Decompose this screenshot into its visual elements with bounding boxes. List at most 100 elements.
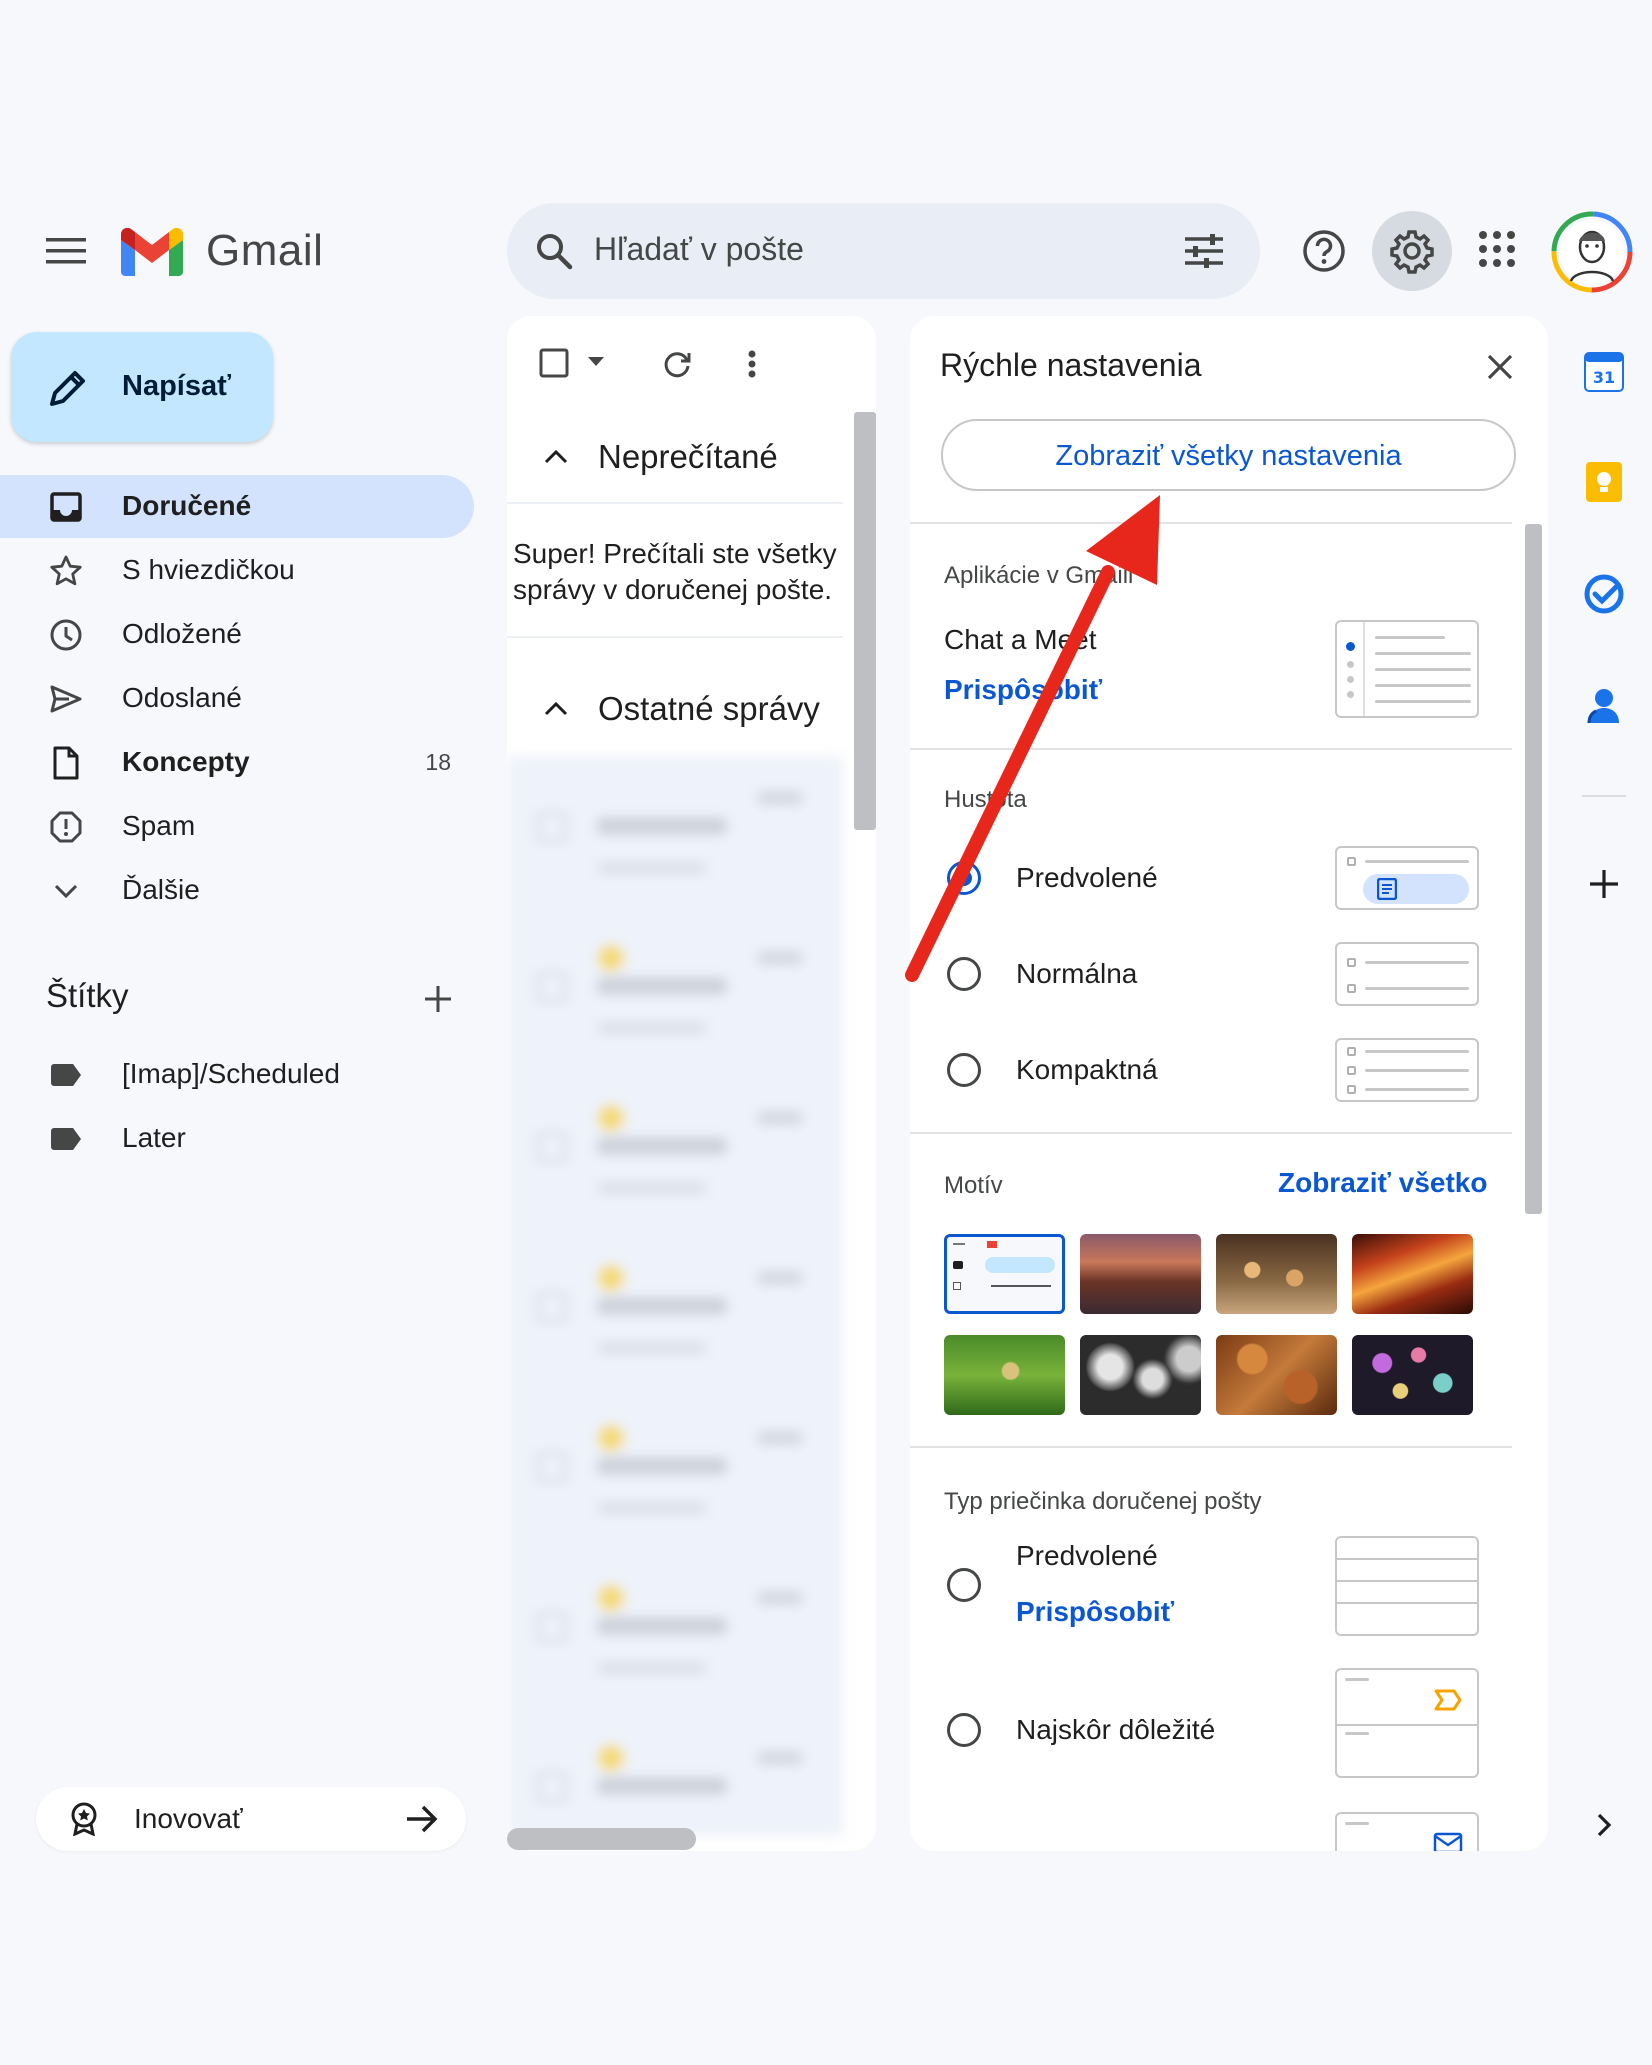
list-item[interactable] — [507, 936, 843, 1096]
badge-icon — [66, 1801, 102, 1837]
theme-default[interactable] — [944, 1234, 1065, 1314]
theme-autumn-leaves[interactable] — [1216, 1335, 1337, 1415]
inbox-type-default-label: Predvolené — [1016, 1540, 1158, 1571]
density-default-label: Predvolené — [1016, 862, 1158, 893]
density-default-radio[interactable] — [947, 861, 981, 895]
density-normal-label: Normálna — [1016, 958, 1138, 989]
density-normal-thumbnail — [1335, 942, 1479, 1006]
unread-section-header[interactable]: Neprečítané — [507, 412, 843, 504]
mail-icon — [1433, 1832, 1463, 1851]
nav-item-label: Doručené — [122, 490, 252, 521]
account-avatar[interactable] — [1551, 211, 1633, 293]
inbox-type-default-radio[interactable] — [947, 1568, 981, 1602]
help-button[interactable] — [1284, 211, 1364, 291]
nav-item-drafts[interactable]: Koncepty 18 — [0, 731, 474, 794]
nav-item-spam[interactable]: Spam — [0, 795, 474, 858]
gear-icon — [1390, 230, 1434, 274]
star-icon — [48, 553, 84, 589]
customize-inbox-link[interactable]: Prispôsobiť — [1016, 1596, 1174, 1628]
view-all-themes-link[interactable]: Zobraziť všetko — [1278, 1167, 1487, 1199]
close-icon[interactable] — [1482, 349, 1518, 385]
spam-icon — [48, 809, 84, 845]
list-item[interactable] — [507, 776, 843, 936]
upgrade-button[interactable]: Inovovať — [36, 1787, 466, 1851]
search-bar[interactable]: Hľadať v pošte — [507, 203, 1260, 299]
density-normal-radio[interactable] — [947, 957, 981, 991]
labels-title: Štítky — [46, 977, 129, 1014]
inbox-type-important-radio[interactable] — [947, 1713, 981, 1747]
section-divider — [507, 636, 843, 638]
contacts-icon[interactable] — [1582, 684, 1626, 728]
svg-text:31: 31 — [1593, 368, 1615, 387]
list-item[interactable] — [507, 1416, 843, 1576]
divider — [910, 1446, 1512, 1448]
inbox-type-important-thumbnail — [1335, 1668, 1479, 1778]
other-section-header[interactable]: Ostatné správy — [507, 664, 843, 756]
compose-label: Napísať — [122, 370, 231, 402]
inbox-type-important-label: Najskôr dôležité — [1016, 1714, 1216, 1745]
theme-leaf[interactable] — [944, 1335, 1065, 1415]
nav-item-label: Ďalšie — [122, 874, 200, 905]
refresh-icon[interactable] — [659, 346, 695, 382]
select-all-checkbox[interactable] — [537, 346, 571, 380]
upgrade-label: Inovovať — [134, 1803, 243, 1834]
settings-button[interactable] — [1372, 211, 1452, 291]
clock-icon — [48, 617, 84, 653]
add-addon-icon[interactable] — [1582, 862, 1626, 906]
label-item-later[interactable]: Later — [0, 1107, 474, 1170]
list-item[interactable] — [507, 1576, 843, 1736]
nav-item-starred[interactable]: S hviezdičkou — [0, 539, 474, 602]
gmail-logo[interactable]: Gmail — [121, 222, 331, 282]
theme-chess[interactable] — [1216, 1234, 1337, 1314]
nav-item-inbox[interactable]: Doručené — [0, 475, 474, 538]
more-vert-icon[interactable] — [742, 346, 762, 382]
nav-item-label: Koncepty — [122, 746, 250, 777]
label-item-imap-scheduled[interactable]: [Imap]/Scheduled — [0, 1043, 474, 1106]
expand-side-panel-icon[interactable] — [1582, 1803, 1626, 1847]
blurred-message-list — [507, 756, 843, 1836]
chevron-up-icon — [543, 698, 569, 718]
nav-item-more[interactable]: Ďalšie — [0, 859, 474, 922]
nav-item-label: Odoslané — [122, 682, 242, 713]
send-icon — [48, 681, 84, 717]
divider — [910, 748, 1512, 750]
mail-list-scrollbar[interactable] — [854, 412, 876, 830]
apps-button[interactable] — [1474, 226, 1520, 272]
inbox-icon — [48, 489, 84, 525]
search-options-icon[interactable] — [1182, 229, 1226, 273]
search-icon[interactable] — [532, 229, 576, 273]
search-input[interactable]: Hľadať v pošte — [594, 231, 804, 268]
nav-item-snoozed[interactable]: Odložené — [0, 603, 474, 666]
main-menu-button[interactable] — [38, 226, 94, 276]
compose-button[interactable]: Napísať — [11, 332, 273, 442]
tasks-icon[interactable] — [1582, 572, 1626, 616]
keep-icon[interactable] — [1582, 460, 1626, 504]
unread-section-title: Neprečítané — [598, 438, 778, 475]
see-all-settings-button[interactable]: Zobraziť všetky nastavenia — [941, 419, 1516, 491]
label-icon — [48, 1121, 84, 1157]
quick-settings-scrollbar[interactable] — [1525, 524, 1542, 1214]
customize-apps-link[interactable]: Prispôsobiť — [944, 674, 1102, 706]
theme-tubes[interactable] — [1080, 1335, 1201, 1415]
density-compact-thumbnail — [1335, 1038, 1479, 1102]
theme-canyon[interactable] — [1080, 1234, 1201, 1314]
density-compact-radio[interactable] — [947, 1053, 981, 1087]
quick-settings-content: Aplikácie v Gmaili Chat a Meet Prispôsob… — [910, 522, 1512, 1851]
quick-settings-title: Rýchle nastavenia — [940, 347, 1202, 383]
mail-list-horizontal-scrollbar[interactable] — [507, 1828, 696, 1850]
calendar-icon[interactable]: 31 — [1582, 350, 1626, 394]
side-panel-divider — [1582, 795, 1626, 797]
inbox-type-default-thumbnail — [1335, 1536, 1479, 1636]
list-item[interactable] — [507, 1256, 843, 1416]
theme-antelope-canyon[interactable] — [1352, 1234, 1473, 1314]
density-compact-label: Kompaktná — [1016, 1054, 1158, 1085]
pencil-icon — [47, 367, 89, 409]
nav-item-label: Spam — [122, 810, 196, 841]
density-section-label: Hustota — [944, 786, 1027, 813]
select-dropdown-icon[interactable] — [585, 352, 607, 372]
add-label-icon[interactable] — [418, 979, 458, 1019]
inbox-type-unread-thumbnail — [1335, 1812, 1479, 1851]
nav-item-sent[interactable]: Odoslané — [0, 667, 474, 730]
theme-bokeh[interactable] — [1352, 1335, 1473, 1415]
list-item[interactable] — [507, 1096, 843, 1256]
